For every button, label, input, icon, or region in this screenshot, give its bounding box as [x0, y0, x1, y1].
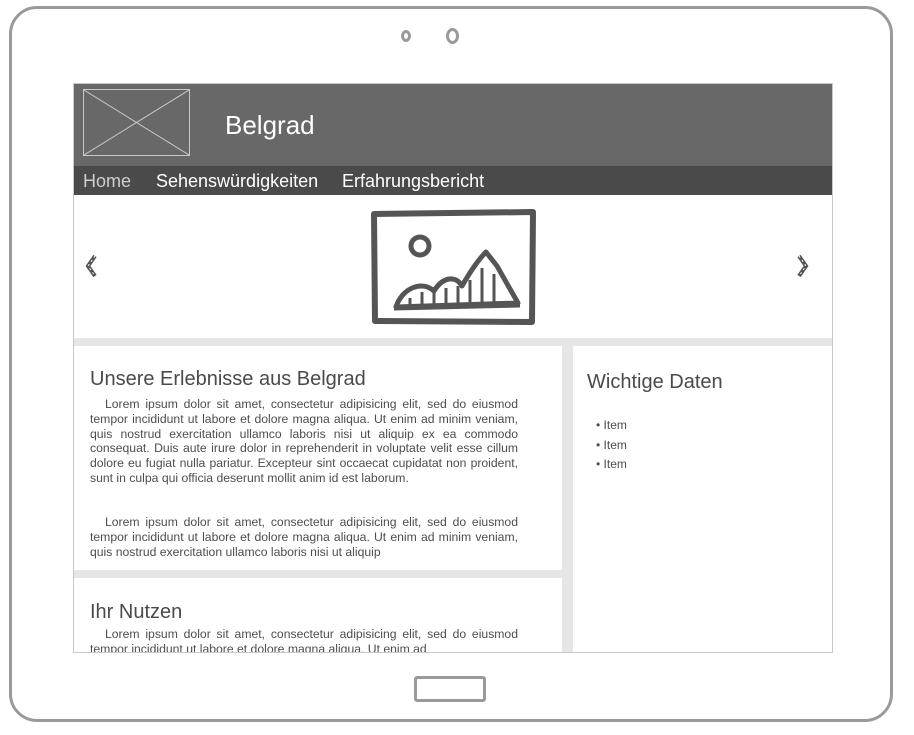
- image-carousel: [74, 195, 832, 338]
- camera-icon: [401, 30, 411, 42]
- nav-item-home[interactable]: Home: [83, 171, 131, 192]
- divider: [562, 338, 573, 652]
- image-placeholder-icon: [370, 208, 536, 326]
- sidebar: Wichtige Daten • Item • Item • Item: [573, 346, 832, 652]
- divider: [74, 338, 832, 346]
- paragraph: Lorem ipsum dolor sit amet, consectetur …: [90, 515, 518, 559]
- content-panel-nutzen: Ihr Nutzen Lorem ipsum dolor sit amet, c…: [74, 578, 562, 653]
- logo-placeholder: [83, 89, 190, 156]
- list-item: • Item: [596, 457, 627, 471]
- content-panel-erlebnisse: Unsere Erlebnisse aus Belgrad Lorem ipsu…: [74, 346, 562, 570]
- camera-icon: [446, 28, 459, 44]
- paragraph: Lorem ipsum dolor sit amet, consectetur …: [90, 397, 518, 485]
- nav-item-erfahrungsbericht[interactable]: Erfahrungsbericht: [342, 171, 484, 192]
- sidebar-heading: Wichtige Daten: [587, 371, 723, 393]
- section-heading: Ihr Nutzen: [90, 601, 183, 623]
- divider: [74, 570, 562, 578]
- chevron-left-icon[interactable]: [84, 253, 100, 279]
- section-heading: Unsere Erlebnisse aus Belgrad: [90, 368, 366, 390]
- sidebar-list: • Item • Item • Item: [596, 418, 627, 477]
- site-header: Belgrad: [74, 84, 832, 166]
- chevron-right-icon[interactable]: [794, 253, 810, 279]
- screen: Belgrad Home Sehenswürdigkeiten Erfahrun…: [73, 83, 833, 653]
- home-button[interactable]: [414, 676, 486, 702]
- list-item: • Item: [596, 418, 627, 432]
- list-item: • Item: [596, 437, 627, 452]
- paragraph: Lorem ipsum dolor sit amet, consectetur …: [90, 627, 518, 653]
- main-nav: Home Sehenswürdigkeiten Erfahrungsberich…: [74, 166, 832, 195]
- site-title: Belgrad: [225, 110, 315, 140]
- nav-item-sehenswuerdigkeiten[interactable]: Sehenswürdigkeiten: [156, 171, 318, 192]
